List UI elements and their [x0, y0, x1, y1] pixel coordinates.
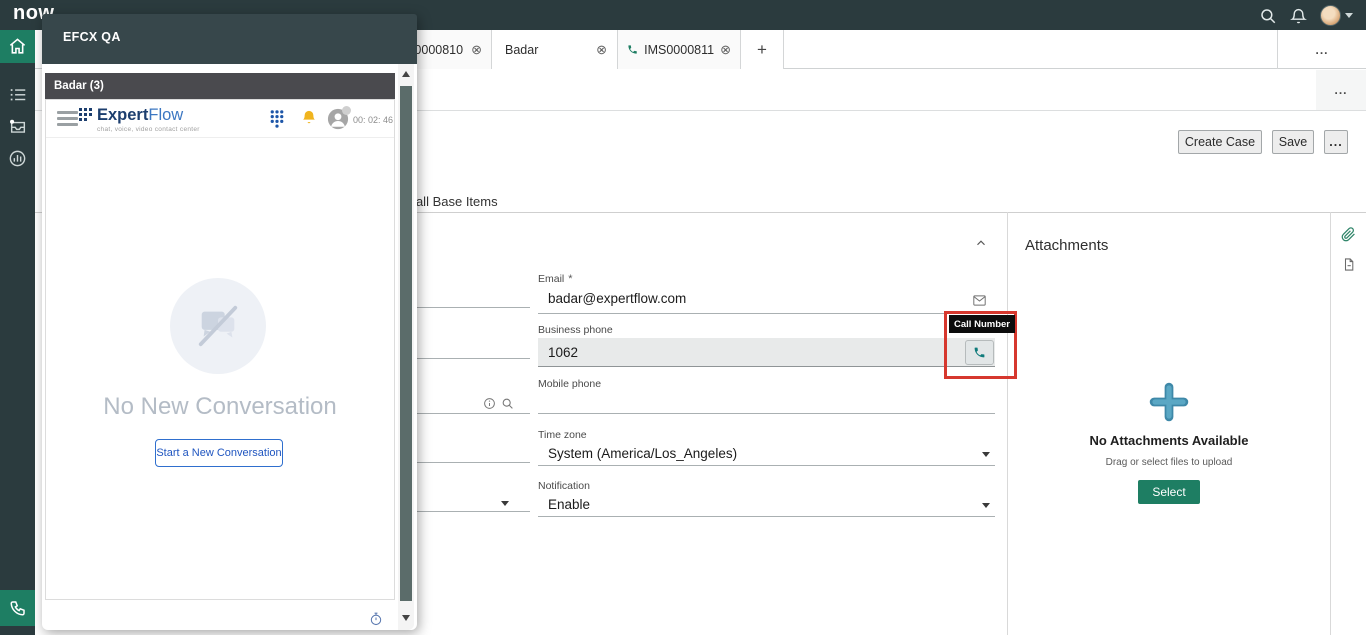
email-icon: [973, 293, 986, 311]
brand-tagline: chat, voice, video contact center: [97, 126, 200, 133]
lookup-search-icon[interactable]: [501, 397, 515, 411]
record-more-zone: ...: [1316, 70, 1366, 110]
hamburger-menu-icon[interactable]: [57, 111, 78, 126]
time-zone-select[interactable]: System (America/Los_Angeles): [548, 446, 737, 461]
inbox-icon: [8, 117, 28, 136]
sidebar-item-home[interactable]: [0, 30, 35, 63]
list-icon: [9, 87, 27, 103]
paperclip-icon[interactable]: [1341, 227, 1357, 243]
presence-status-dot: [342, 106, 351, 115]
rail-divider: [1330, 212, 1331, 635]
close-tab-icon[interactable]: ⊗: [720, 43, 731, 56]
chevron-down-icon[interactable]: [1345, 13, 1353, 18]
chat-slash-icon: [193, 303, 243, 349]
app-sidebar: [0, 30, 35, 635]
no-conversation-icon-circle: [170, 278, 266, 374]
chat-widget-card: ExpertFlow chat, voice, video contact ce…: [45, 99, 395, 600]
attachments-title: Attachments: [1025, 237, 1108, 254]
call-number-button[interactable]: [965, 340, 994, 365]
info-icon[interactable]: [483, 397, 497, 411]
attachments-hint-text: Drag or select files to upload: [1008, 457, 1330, 468]
efcx-window-body: Badar (3) ExpertFlow chat: [42, 64, 417, 630]
phone-icon: [973, 346, 986, 359]
dropdown-caret-icon[interactable]: [982, 503, 990, 508]
notification-select[interactable]: Enable: [548, 497, 590, 512]
efcx-window-title: EFCX QA: [63, 30, 121, 44]
search-icon[interactable]: [1258, 6, 1278, 26]
tab-overflow-zone: ...: [1277, 30, 1366, 69]
tab-label: IMS0000811: [644, 43, 714, 57]
dropdown-caret-icon[interactable]: [501, 501, 509, 506]
tab-contact-badar[interactable]: Badar ⊗: [492, 30, 618, 69]
close-tab-icon[interactable]: ⊗: [596, 43, 607, 56]
expertflow-logo-mark: [79, 107, 93, 121]
notifications-bell-icon[interactable]: [1288, 6, 1308, 26]
add-attachment-plus-icon[interactable]: [1148, 381, 1190, 423]
phone-icon: [627, 43, 638, 56]
timer-clock-icon[interactable]: [369, 612, 383, 626]
tab-label: 0000810: [414, 43, 463, 57]
dropdown-caret-icon[interactable]: [982, 452, 990, 457]
business-phone-value: 1062: [548, 345, 578, 360]
scroll-up-arrow[interactable]: [402, 71, 410, 77]
create-case-button[interactable]: Create Case: [1178, 130, 1262, 154]
scrollbar-thumb[interactable]: [400, 86, 412, 601]
add-tab-button[interactable]: +: [741, 30, 784, 69]
sidebar-item-phone[interactable]: [0, 590, 35, 626]
save-button[interactable]: Save: [1272, 130, 1314, 154]
chat-scrollbar: [398, 64, 414, 630]
expertflow-logo: ExpertFlow: [79, 107, 183, 124]
email-field[interactable]: badar@expertflow.com: [548, 291, 686, 306]
notification-label: Notification: [538, 480, 590, 492]
chat-widget-header: ExpertFlow chat, voice, video contact ce…: [46, 100, 394, 138]
tab-label: Badar: [505, 43, 538, 57]
collapse-section-chevron-icon[interactable]: [973, 236, 991, 252]
required-icon: *: [568, 273, 572, 285]
brand-name-expert: Expert: [97, 106, 148, 124]
tab-overflow-button[interactable]: ...: [1315, 43, 1328, 57]
notification-underline: [538, 516, 995, 517]
email-label: Email*: [538, 273, 573, 285]
select-files-button[interactable]: Select: [1138, 480, 1199, 504]
tab-interaction-ims0000811[interactable]: IMS0000811 ⊗: [618, 30, 741, 69]
sidebar-item-dashboard[interactable]: [0, 142, 35, 175]
sidebar-item-inbox[interactable]: [0, 110, 35, 143]
close-tab-icon[interactable]: ⊗: [471, 43, 482, 56]
efcx-chat-window: EFCX QA Badar (3) ExpertFlow: [42, 14, 417, 630]
attachments-empty-state: No Attachments Available Drag or select …: [1008, 381, 1330, 504]
email-underline: [538, 313, 995, 314]
efcx-window-header[interactable]: EFCX QA: [42, 14, 417, 64]
dialpad-icon[interactable]: [269, 109, 285, 133]
phone-icon: [9, 599, 27, 617]
business-phone-label: Business phone: [538, 324, 613, 336]
dashboard-icon: [8, 149, 27, 168]
business-phone-field[interactable]: 1062: [538, 338, 995, 367]
brand-name-flow: Flow: [148, 106, 183, 124]
more-actions-button[interactable]: ...: [1324, 130, 1348, 154]
time-zone-underline: [538, 465, 995, 466]
mobile-phone-underline: [538, 413, 995, 414]
time-zone-label: Time zone: [538, 429, 587, 441]
conversation-header[interactable]: Badar (3): [45, 73, 395, 99]
start-new-conversation-button[interactable]: Start a New Conversation: [155, 439, 283, 467]
call-number-tooltip: Call Number: [949, 315, 1015, 333]
user-avatar[interactable]: [1320, 5, 1341, 26]
sidebar-item-lists[interactable]: [0, 78, 35, 111]
session-timer: 00: 02: 46: [353, 115, 393, 125]
mobile-phone-label: Mobile phone: [538, 378, 601, 390]
alerts-bell-icon[interactable]: [301, 109, 317, 131]
document-icon[interactable]: [1342, 257, 1358, 273]
no-attachments-text: No Attachments Available: [1008, 433, 1330, 448]
record-more-button[interactable]: ...: [1334, 83, 1347, 97]
no-new-conversation-text: No New Conversation: [46, 393, 394, 421]
scroll-down-arrow[interactable]: [402, 615, 410, 621]
home-icon: [8, 37, 27, 56]
